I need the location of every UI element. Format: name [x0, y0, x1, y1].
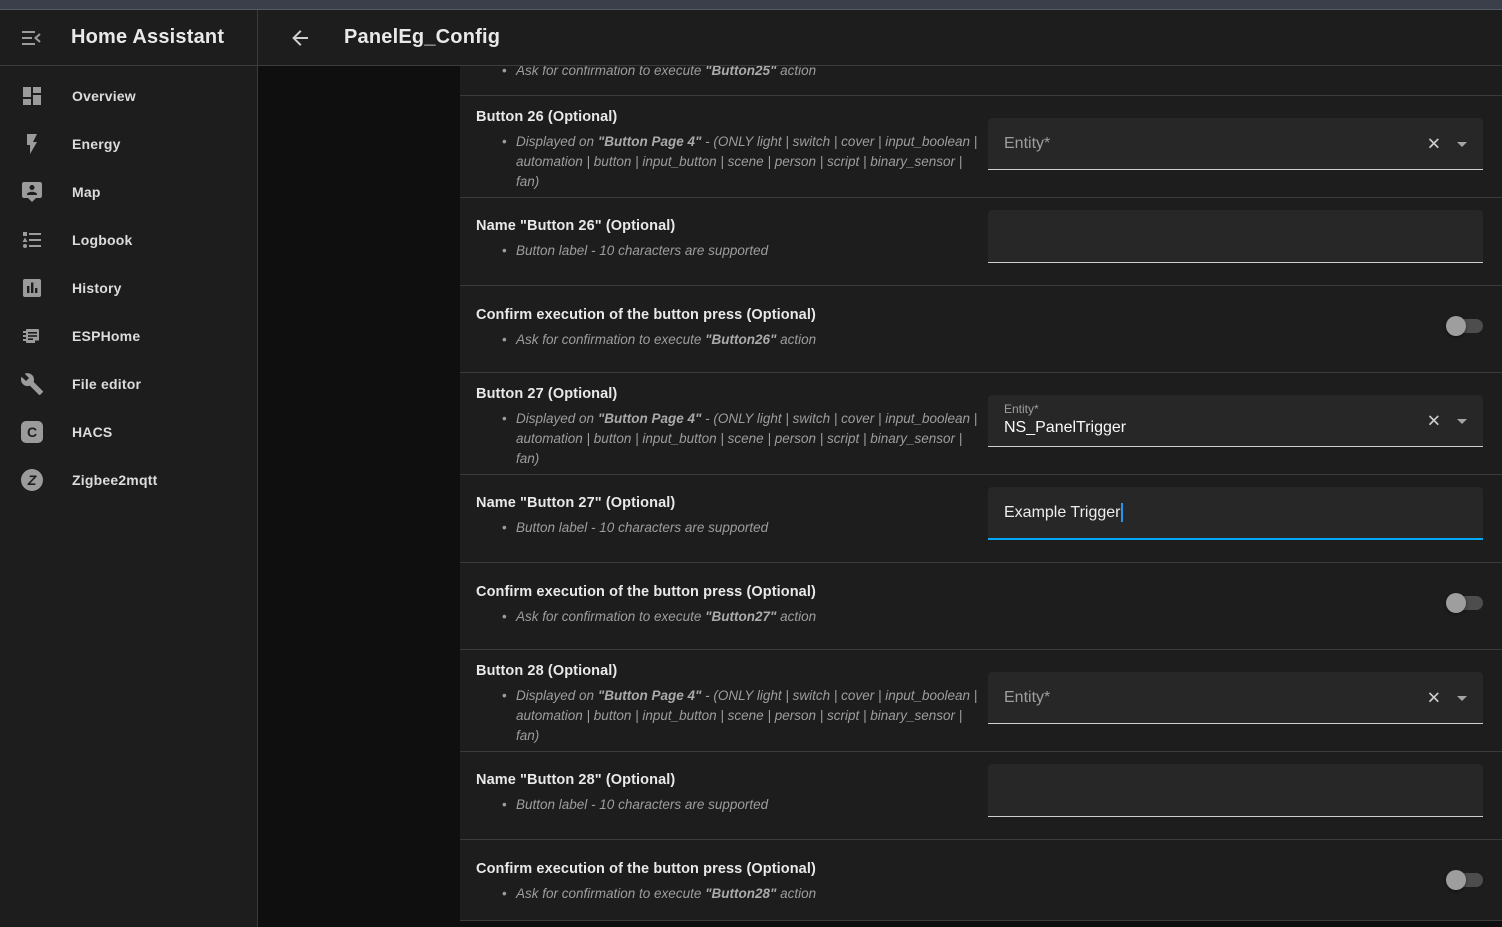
panel-header: PanelEg_Config — [258, 10, 1502, 65]
app-title: Home Assistant — [71, 26, 224, 49]
entity-select-button26[interactable]: Entity* ✕ — [988, 118, 1483, 170]
entity-field-label: Entity* — [1004, 402, 1039, 416]
name-input-button26[interactable] — [988, 210, 1483, 263]
config-row-button28: Button 28 (Optional) • Displayed on "But… — [460, 650, 1502, 752]
row-heading: Name "Button 27" (Optional) — [476, 494, 981, 513]
clear-icon[interactable]: ✕ — [1427, 412, 1441, 429]
zigbee-icon: Z — [20, 468, 44, 492]
menu-open-icon[interactable] — [20, 26, 44, 50]
entity-select-button28[interactable]: Entity* ✕ — [988, 672, 1483, 724]
back-arrow-icon[interactable] — [288, 26, 312, 50]
sidebar-item-file-editor[interactable]: File editor — [0, 360, 257, 408]
sidebar-header: Home Assistant — [0, 10, 258, 65]
row-description: • Button label - 10 characters are suppo… — [476, 241, 981, 261]
name-input-button28[interactable] — [988, 764, 1483, 817]
name-input-button27[interactable]: Example Trigger — [988, 487, 1483, 540]
sidebar-item-label: ESPHome — [72, 328, 140, 344]
map-account-icon — [20, 180, 44, 204]
flash-icon — [20, 132, 44, 156]
row-description: • Ask for confirmation to execute "Butto… — [476, 330, 981, 350]
sidebar-item-label: Logbook — [72, 232, 133, 248]
dropdown-caret-icon[interactable] — [1457, 419, 1467, 424]
entity-field-label: Entity* — [1004, 135, 1050, 153]
config-row-button26: Button 26 (Optional) • Displayed on "But… — [460, 96, 1502, 198]
sidebar-item-zigbee2mqtt[interactable]: Z Zigbee2mqtt — [0, 456, 257, 504]
chart-box-icon — [20, 276, 44, 300]
row-description: • Displayed on "Button Page 4" - (ONLY l… — [476, 132, 981, 192]
sidebar: Overview Energy Map Logbook Histo — [0, 66, 258, 927]
config-panel: • Ask for confirmation to execute "Butto… — [460, 66, 1502, 921]
row-description: • Ask for confirmation to execute "Butto… — [476, 607, 981, 627]
sidebar-item-esphome[interactable]: ESPHome — [0, 312, 257, 360]
sidebar-item-history[interactable]: History — [0, 264, 257, 312]
page-title: PanelEg_Config — [344, 26, 500, 49]
row-description: • Button label - 10 characters are suppo… — [476, 518, 981, 538]
row-heading: Confirm execution of the button press (O… — [476, 860, 981, 879]
sidebar-item-map[interactable]: Map — [0, 168, 257, 216]
config-row-name-button27: Name "Button 27" (Optional) • Button lab… — [460, 475, 1502, 563]
row-heading: Name "Button 28" (Optional) — [476, 771, 981, 790]
confirm-toggle-button27[interactable] — [1446, 593, 1483, 613]
dropdown-caret-icon[interactable] — [1457, 142, 1467, 147]
sidebar-item-hacs[interactable]: C HACS — [0, 408, 257, 456]
list-icon — [20, 228, 44, 252]
row-description: • Button label - 10 characters are suppo… — [476, 795, 981, 815]
confirm-toggle-button28[interactable] — [1446, 870, 1483, 890]
dropdown-caret-icon[interactable] — [1457, 696, 1467, 701]
config-row-clipped: • Ask for confirmation to execute "Butto… — [460, 66, 1502, 96]
config-row-name-button26: Name "Button 26" (Optional) • Button lab… — [460, 198, 1502, 286]
row-description: • Displayed on "Button Page 4" - (ONLY l… — [476, 686, 981, 746]
row-heading: Button 28 (Optional) — [476, 662, 981, 681]
clear-icon[interactable]: ✕ — [1427, 689, 1441, 706]
sidebar-item-label: Map — [72, 184, 101, 200]
sidebar-item-label: HACS — [72, 424, 112, 440]
entity-select-button27[interactable]: Entity* NS_PanelTrigger ✕ — [988, 395, 1483, 447]
config-row-confirm-button26: Confirm execution of the button press (O… — [460, 286, 1502, 373]
sidebar-item-label: History — [72, 280, 122, 296]
config-row-name-button28: Name "Button 28" (Optional) • Button lab… — [460, 752, 1502, 840]
text-cursor — [1121, 503, 1123, 522]
sidebar-item-label: File editor — [72, 376, 141, 392]
row-heading: Button 27 (Optional) — [476, 385, 981, 404]
app-header: Home Assistant PanelEg_Config — [0, 10, 1502, 66]
row-description: • Displayed on "Button Page 4" - (ONLY l… — [476, 409, 981, 469]
config-row-confirm-button27: Confirm execution of the button press (O… — [460, 563, 1502, 650]
browser-top-strip — [0, 0, 1502, 10]
sidebar-item-overview[interactable]: Overview — [0, 72, 257, 120]
row-description: • Ask for confirmation to execute "Butto… — [476, 884, 981, 904]
clear-icon[interactable]: ✕ — [1427, 135, 1441, 152]
sidebar-item-label: Overview — [72, 88, 136, 104]
sidebar-item-logbook[interactable]: Logbook — [0, 216, 257, 264]
row-description: • Ask for confirmation to execute "Butto… — [476, 66, 981, 81]
entity-field-value: NS_PanelTrigger — [1004, 419, 1126, 437]
row-heading: Name "Button 26" (Optional) — [476, 217, 981, 236]
sidebar-item-label: Zigbee2mqtt — [72, 472, 157, 488]
sidebar-item-label: Energy — [72, 136, 121, 152]
entity-field-label: Entity* — [1004, 689, 1050, 707]
chip-icon — [20, 324, 44, 348]
dashboard-icon — [20, 84, 44, 108]
config-row-confirm-button28: Confirm execution of the button press (O… — [460, 840, 1502, 921]
row-heading: Confirm execution of the button press (O… — [476, 306, 981, 325]
config-row-button27: Button 27 (Optional) • Displayed on "But… — [460, 373, 1502, 475]
confirm-toggle-button26[interactable] — [1446, 316, 1483, 336]
row-heading: Button 26 (Optional) — [476, 108, 981, 127]
wrench-icon — [20, 372, 44, 396]
sidebar-item-energy[interactable]: Energy — [0, 120, 257, 168]
hacs-icon: C — [20, 420, 44, 444]
row-heading: Confirm execution of the button press (O… — [476, 583, 981, 602]
